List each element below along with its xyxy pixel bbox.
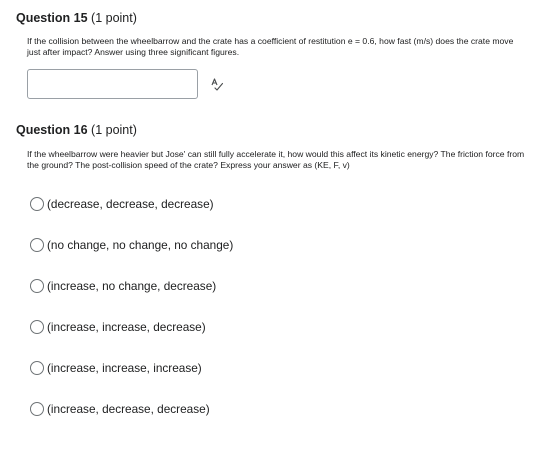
radio-button[interactable]	[30, 361, 44, 375]
radio-option-label[interactable]: (no change, no change, no change)	[47, 237, 233, 253]
answer-input[interactable]	[27, 69, 198, 99]
question-16: Question 16 (1 point) If the wheelbarrow…	[16, 122, 526, 416]
question-15-answer-row	[16, 69, 526, 99]
question-16-options: (decrease, decrease, decrease) (no chang…	[30, 196, 233, 442]
question-15: Question 15 (1 point) If the collision b…	[16, 10, 526, 99]
radio-option-1[interactable]: (decrease, decrease, decrease)	[30, 196, 233, 212]
question-15-text: If the collision between the wheelbarrow…	[27, 36, 514, 57]
radio-option-label[interactable]: (increase, no change, decrease)	[47, 278, 216, 294]
radio-option-3[interactable]: (increase, no change, decrease)	[30, 278, 233, 294]
radio-button[interactable]	[30, 238, 44, 252]
question-16-header: Question 16 (1 point)	[16, 122, 526, 138]
radio-option-4[interactable]: (increase, increase, decrease)	[30, 319, 233, 335]
radio-option-label[interactable]: (increase, increase, increase)	[47, 360, 202, 376]
radio-option-2[interactable]: (no change, no change, no change)	[30, 237, 233, 253]
quiz-page: Question 15 (1 point) If the collision b…	[0, 0, 544, 460]
radio-button[interactable]	[30, 320, 44, 334]
radio-button[interactable]	[30, 279, 44, 293]
radio-option-5[interactable]: (increase, increase, increase)	[30, 360, 233, 376]
question-16-title: Question 16	[16, 123, 88, 137]
radio-button[interactable]	[30, 197, 44, 211]
radio-option-label[interactable]: (increase, decrease, decrease)	[47, 401, 210, 417]
radio-option-label[interactable]: (decrease, decrease, decrease)	[47, 196, 214, 212]
question-15-points: (1 point)	[91, 11, 137, 25]
question-16-text: If the wheelbarrow were heavier but Jose…	[27, 149, 525, 170]
question-15-title: Question 15	[16, 11, 88, 25]
question-15-header: Question 15 (1 point)	[16, 10, 526, 26]
spellcheck-icon[interactable]	[210, 77, 224, 91]
radio-option-6[interactable]: (increase, decrease, decrease)	[30, 401, 233, 417]
radio-option-label[interactable]: (increase, increase, decrease)	[47, 319, 206, 335]
question-16-points: (1 point)	[91, 123, 137, 137]
radio-button[interactable]	[30, 402, 44, 416]
